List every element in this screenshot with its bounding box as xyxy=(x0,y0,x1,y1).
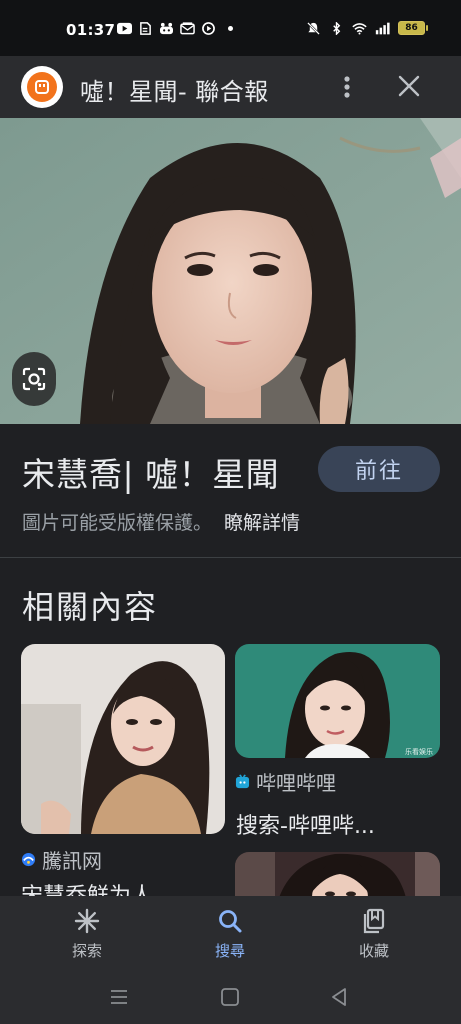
nav-saved[interactable]: 收藏 xyxy=(329,908,419,961)
lens-icon xyxy=(22,367,46,391)
document-icon xyxy=(140,22,151,35)
search-icon xyxy=(219,910,242,933)
nav-saved-label: 收藏 xyxy=(358,942,389,960)
wifi-icon xyxy=(352,22,367,34)
more-vert-icon[interactable] xyxy=(336,73,358,101)
nav-search[interactable]: 搜尋 xyxy=(185,908,275,961)
mute-icon xyxy=(307,21,320,35)
menu-icon[interactable] xyxy=(108,986,130,1008)
notification-icons xyxy=(117,22,233,35)
section-divider xyxy=(0,557,461,558)
play-icon xyxy=(202,22,215,35)
battery-icon: 86 xyxy=(398,21,428,35)
related-source-label-2: 哔哩哔哩 xyxy=(256,771,336,795)
related-source-2[interactable]: 哔哩哔哩 xyxy=(235,767,336,796)
related-caption-2[interactable]: 搜索-哔哩哔... xyxy=(236,808,441,840)
logo-glyph xyxy=(35,80,49,94)
related-source-label-1: 騰訊网 xyxy=(42,849,102,873)
system-status-icons: 86 xyxy=(306,21,428,35)
home-icon[interactable] xyxy=(219,986,241,1008)
result-title[interactable]: 宋慧喬| 噓！星聞 xyxy=(22,448,279,496)
bilibili-icon xyxy=(235,774,250,789)
related-card-1[interactable] xyxy=(21,644,225,834)
visit-button[interactable]: 前往 xyxy=(318,446,440,492)
game-icon xyxy=(160,22,173,35)
udn-logo-icon[interactable] xyxy=(21,66,63,108)
nav-search-label: 搜尋 xyxy=(214,942,245,960)
copyright-text: 圖片可能受版權保護。 xyxy=(22,512,213,534)
nav-explore-label: 探索 xyxy=(71,942,102,960)
signal-icon xyxy=(375,22,390,34)
tencent-icon xyxy=(21,852,36,867)
copyright-notice: 圖片可能受版權保護。 瞭解詳情 xyxy=(22,508,300,535)
learn-more-link[interactable]: 瞭解詳情 xyxy=(224,512,300,534)
status-bar: 01:37 86 xyxy=(0,0,461,56)
lens-button[interactable] xyxy=(12,352,56,406)
viewer-header: 噓！星聞- 聯合報 xyxy=(0,56,461,118)
hero-image[interactable] xyxy=(0,118,461,424)
site-title[interactable]: 噓！星聞- 聯合報 xyxy=(80,72,269,107)
back-icon[interactable] xyxy=(328,986,350,1008)
image-watermark-badge: 乐看娱乐 xyxy=(405,747,433,756)
related-card-2[interactable]: 乐看娱乐 xyxy=(235,644,440,758)
bluetooth-icon xyxy=(333,21,341,35)
dot-icon xyxy=(228,26,233,31)
close-icon[interactable] xyxy=(395,72,423,100)
collections-icon xyxy=(363,908,385,934)
related-source-1[interactable]: 騰訊网 xyxy=(21,845,102,874)
mail-icon xyxy=(180,22,195,35)
related-heading: 相關內容 xyxy=(22,588,159,626)
battery-level: 86 xyxy=(405,23,418,33)
asterisk-icon xyxy=(74,908,100,934)
related-image-1 xyxy=(21,644,225,834)
hero-photo xyxy=(0,118,461,424)
nav-explore[interactable]: 探索 xyxy=(42,908,132,961)
related-image-2: 乐看娱乐 xyxy=(235,644,440,758)
bottom-nav: 探索 搜尋 收藏 xyxy=(0,896,461,972)
system-nav-bar xyxy=(0,972,461,1024)
status-time: 01:37 xyxy=(66,21,116,39)
screen: 01:37 86 噓！星聞- 聯合報 宋慧喬| 噓！星聞 前往 圖片可能受版權保… xyxy=(0,0,461,1024)
youtube-icon xyxy=(117,22,132,35)
